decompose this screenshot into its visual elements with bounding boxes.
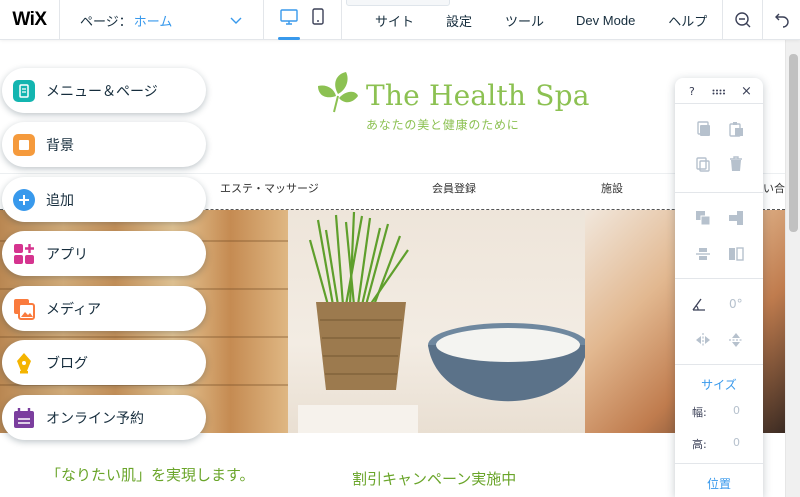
leaf-logo-icon (318, 72, 358, 113)
add-button[interactable]: 追加 (2, 177, 206, 222)
menu-dev-mode[interactable]: Dev Mode (576, 13, 635, 28)
page-selector-value: ホーム (133, 14, 173, 30)
scrollbar-thumb[interactable] (789, 54, 798, 232)
page-selector-label: ページ： (80, 14, 132, 30)
pen-icon (13, 352, 35, 374)
device-switcher (264, 0, 342, 40)
distribute-icon[interactable] (695, 246, 711, 262)
toolbar-divider (675, 463, 763, 464)
menus-pages-button[interactable]: メニュー＆ページ (2, 68, 206, 113)
rotate-angle-icon[interactable] (691, 296, 707, 312)
apps-icon (13, 243, 35, 265)
chevron-down-icon (230, 17, 242, 24)
mobile-icon (312, 8, 324, 25)
calendar-icon (13, 407, 35, 429)
zoom-out-button[interactable] (722, 0, 762, 40)
flip-horizontal-icon[interactable] (695, 332, 711, 348)
floating-toolbar: ? × 0° サイズ 幅: 0 高: 0 位置 (675, 78, 763, 497)
apps-button[interactable]: アプリ (2, 231, 206, 276)
plus-icon (13, 188, 35, 211)
drag-handle-icon[interactable] (712, 89, 726, 95)
paste-icon[interactable] (728, 121, 744, 137)
add-label: 追加 (46, 192, 74, 209)
photo-wheatgrass-basket[interactable] (288, 210, 588, 433)
top-menu: サイト 設定 ツール Dev Mode ヘルプ (360, 0, 707, 40)
media-label: メディア (46, 301, 102, 318)
align-icon[interactable] (728, 210, 744, 226)
toolbar-divider (675, 103, 763, 104)
undo-icon (774, 13, 789, 28)
site-title[interactable]: The Health Spa (366, 79, 590, 112)
height-label: 高: (692, 438, 707, 451)
pages-icon (13, 79, 35, 102)
match-size-icon[interactable] (728, 246, 744, 262)
background-icon (13, 133, 35, 156)
canvas-scrollbar[interactable] (785, 40, 800, 497)
position-section-title: 位置 (706, 477, 731, 491)
promo-text-campaign[interactable]: 割引キャンペーン実施中 (352, 468, 516, 489)
media-icon (13, 298, 35, 320)
width-label: 幅: (692, 406, 707, 419)
width-value[interactable]: 0 (733, 404, 740, 417)
menus-pages-label: メニュー＆ページ (46, 83, 158, 100)
mobile-view-button[interactable] (310, 8, 326, 32)
duplicate-icon[interactable] (695, 156, 711, 172)
nav-item-facilities[interactable]: 施設 (601, 180, 623, 196)
background-label: 背景 (46, 137, 74, 154)
desktop-icon (280, 9, 298, 25)
zoom-out-icon (734, 12, 750, 28)
wheatgrass-illustration (298, 211, 588, 433)
delete-icon[interactable] (728, 156, 744, 172)
copy-icon[interactable] (695, 121, 711, 137)
toolbar-divider (675, 278, 763, 279)
apps-label: アプリ (46, 246, 88, 263)
editor-top-bar: WiX ページ： ホーム サイト 設定 ツール Dev Mode ヘルプ (0, 0, 800, 40)
desktop-view-button[interactable] (278, 8, 300, 40)
close-toolbar-button[interactable]: × (741, 84, 752, 99)
nav-item-esthetic[interactable]: エステ・マッサージ (220, 180, 319, 196)
menu-help[interactable]: ヘルプ (668, 11, 707, 30)
site-tagline[interactable]: あなたの美と健康のために (366, 116, 520, 133)
background-button[interactable]: 背景 (2, 122, 206, 167)
size-section-title: サイズ (701, 378, 737, 392)
toolbar-divider (675, 364, 763, 365)
active-device-indicator (278, 37, 300, 40)
menu-tools[interactable]: ツール (505, 11, 544, 30)
help-button[interactable]: ? (689, 85, 695, 98)
bookings-label: オンライン予約 (46, 410, 144, 427)
undo-button[interactable] (762, 0, 800, 40)
blog-button[interactable]: ブログ (2, 340, 206, 385)
nav-item-membership[interactable]: 会員登録 (432, 180, 476, 196)
height-value[interactable]: 0 (733, 436, 740, 449)
page-selector[interactable]: ページ： ホーム (60, 0, 264, 40)
bookings-button[interactable]: オンライン予約 (2, 395, 206, 440)
promo-text-skin[interactable]: 「なりたい肌」を実現します。 (46, 464, 255, 485)
blog-label: ブログ (46, 355, 88, 372)
toolbar-divider (675, 192, 763, 193)
wood-grain (0, 336, 288, 338)
rotation-angle-value[interactable]: 0° (729, 297, 743, 311)
menu-site[interactable]: サイト (375, 11, 414, 30)
arrange-icon[interactable] (695, 210, 711, 226)
menu-settings[interactable]: 設定 (446, 11, 472, 30)
wix-logo[interactable]: WiX (0, 0, 60, 40)
media-button[interactable]: メディア (2, 286, 206, 331)
flip-vertical-icon[interactable] (728, 332, 744, 348)
